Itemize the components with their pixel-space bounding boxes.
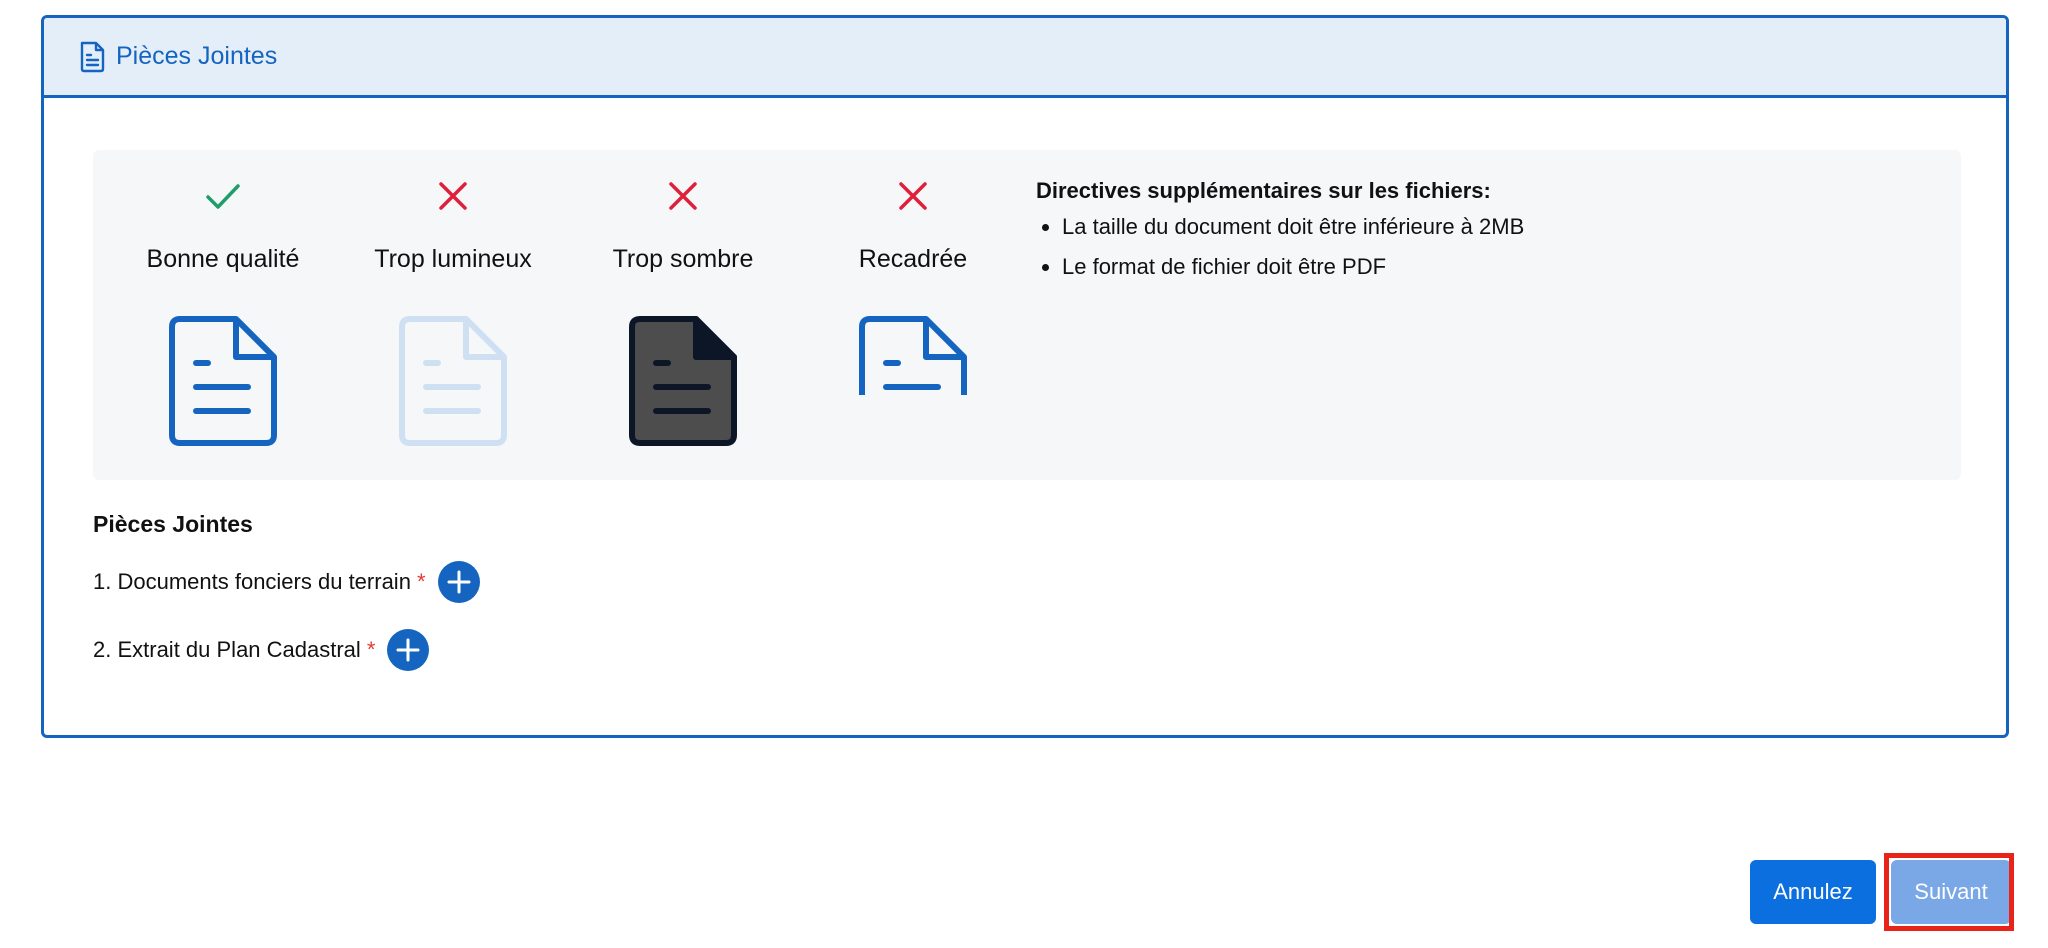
file-guidelines: Directives supplémentaires sur les fichi… (1036, 178, 1524, 294)
example-cropped: Recadrée (798, 150, 1028, 480)
example-label: Bonne qualité (146, 245, 300, 273)
example-too-dark: Trop sombre (568, 150, 798, 480)
required-marker: * (416, 569, 426, 594)
quality-guide-panel: Bonne qualité Trop lumineux Trop sombre … (93, 150, 1961, 480)
attachments-title: Pièces Jointes (93, 511, 253, 537)
guidelines-title: Directives supplémentaires sur les fichi… (1036, 178, 1491, 203)
document-dark-icon (629, 316, 737, 446)
example-label: Trop sombre (612, 245, 754, 273)
x-icon (899, 182, 927, 210)
attachment-item: 1. Documents fonciers du terrain * (93, 560, 480, 604)
attachment-label: 1. Documents fonciers du terrain (93, 569, 411, 594)
example-label: Recadrée (858, 245, 968, 273)
example-too-bright: Trop lumineux (338, 150, 568, 480)
guideline-item: La taille du document doit être inférieu… (1036, 214, 1524, 240)
example-label: Trop lumineux (374, 245, 532, 273)
plus-icon (447, 570, 470, 594)
example-good-quality: Bonne qualité (108, 150, 338, 480)
guidelines-list: La taille du document doit être inférieu… (1036, 214, 1524, 280)
document-icon (80, 41, 105, 72)
add-attachment-button[interactable] (387, 629, 430, 671)
check-icon (206, 184, 240, 209)
card-title: Pièces Jointes (116, 42, 278, 70)
document-light-icon (399, 316, 507, 446)
attachments-section: Pièces Jointes 1. Documents fonciers du … (93, 511, 480, 696)
guideline-item: Le format de fichier doit être PDF (1036, 254, 1524, 280)
document-cropped-icon (859, 316, 967, 395)
card-header: Pièces Jointes (44, 18, 2006, 98)
x-icon (669, 182, 697, 210)
required-marker: * (366, 637, 376, 662)
attachments-card: Pièces Jointes Bonne qualité Trop lumine… (41, 15, 2009, 738)
next-button[interactable]: Suivant (1891, 860, 2011, 924)
cancel-button[interactable]: Annulez (1750, 860, 1876, 924)
add-attachment-button[interactable] (437, 561, 480, 603)
document-good-icon (169, 316, 277, 446)
attachment-item: 2. Extrait du Plan Cadastral * (93, 628, 480, 672)
attachment-label: 2. Extrait du Plan Cadastral (93, 637, 361, 662)
x-icon (439, 182, 467, 210)
plus-icon (396, 638, 420, 662)
